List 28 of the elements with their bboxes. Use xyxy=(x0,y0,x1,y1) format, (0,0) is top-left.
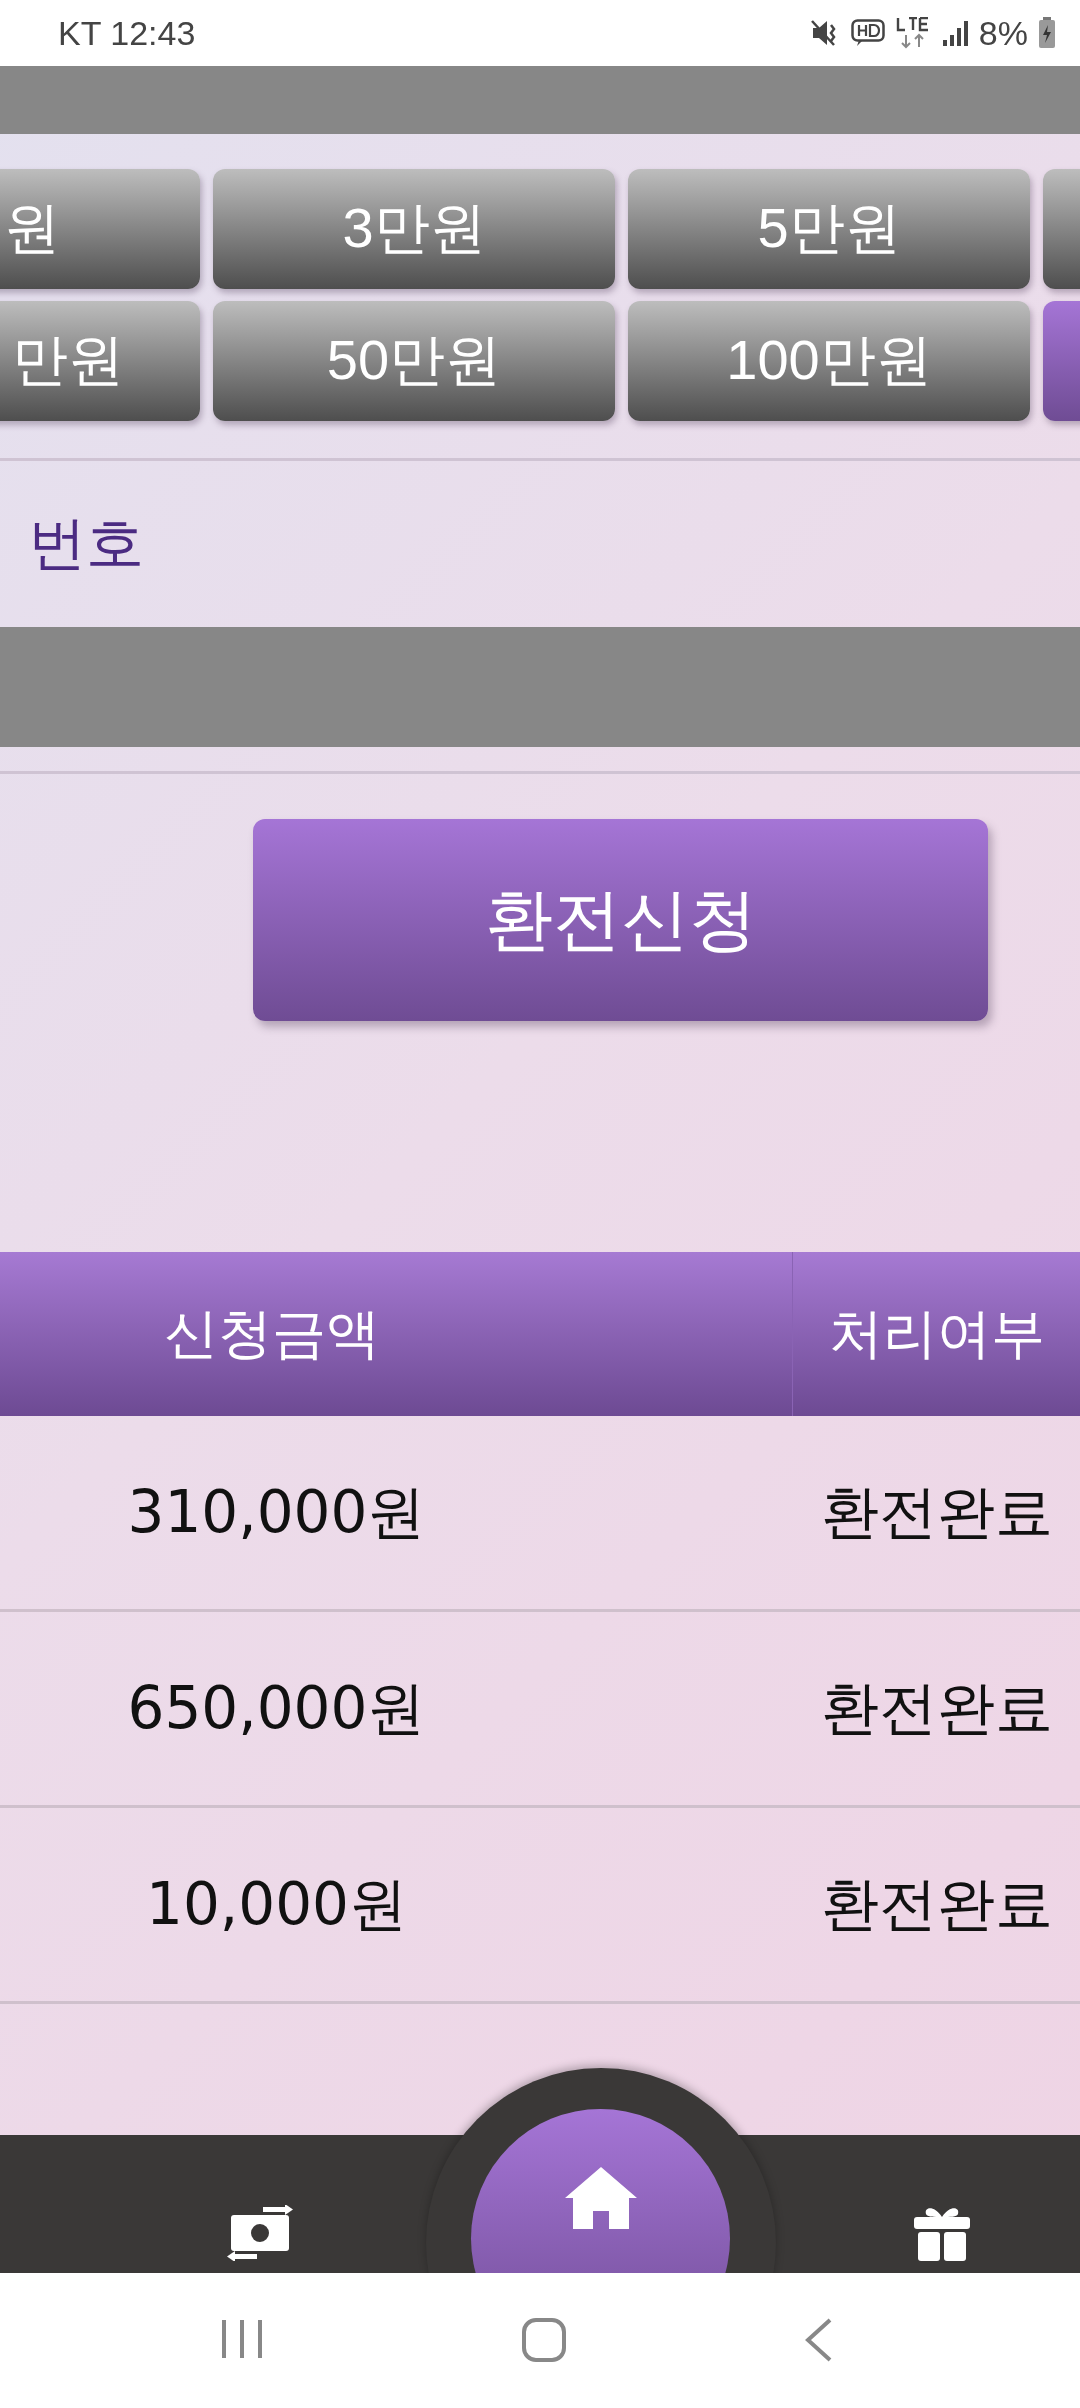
status-cell-text: 환전완료 xyxy=(819,1476,1054,1548)
amount-cell-text: 310,000원 xyxy=(126,1476,427,1548)
amount-button[interactable]: 50만원 xyxy=(213,301,615,421)
amount-button[interactable]: 만원 xyxy=(0,301,200,421)
gift-icon[interactable] xyxy=(914,2205,970,2261)
amount-button[interactable]: 3만원 xyxy=(213,169,615,289)
amount-button[interactable]: 100만원 xyxy=(628,301,1030,421)
column-header: 처리여부 xyxy=(828,1300,1045,1367)
recent-apps-icon[interactable] xyxy=(221,2318,263,2360)
carrier-time: KT 12:43 xyxy=(58,13,196,53)
hd-icon xyxy=(850,19,885,47)
column-header: 신청금액 xyxy=(164,1300,380,1367)
money-exchange-icon[interactable] xyxy=(227,2205,293,2261)
field-label: 번호 xyxy=(28,508,144,579)
battery-percent: 8% xyxy=(978,13,1028,53)
status-cell-text: 환전완료 xyxy=(819,1868,1054,1940)
lte-icon xyxy=(894,17,931,49)
status-cell-text: 환전완료 xyxy=(819,1672,1054,1744)
home-icon[interactable] xyxy=(565,2167,637,2229)
signal-icon xyxy=(940,19,969,47)
home-nav-icon[interactable] xyxy=(522,2318,566,2362)
amount-cell-text: 650,000원 xyxy=(126,1672,427,1744)
amount-cell-text: 10,000원 xyxy=(145,1868,408,1940)
back-icon[interactable] xyxy=(805,2318,833,2362)
exchange-request-button[interactable]: 환전신청 xyxy=(253,819,988,1021)
amount-button[interactable]: 5만원 xyxy=(628,169,1030,289)
amount-button[interactable]: 원 xyxy=(0,169,200,289)
battery-charging-icon xyxy=(1038,17,1056,49)
